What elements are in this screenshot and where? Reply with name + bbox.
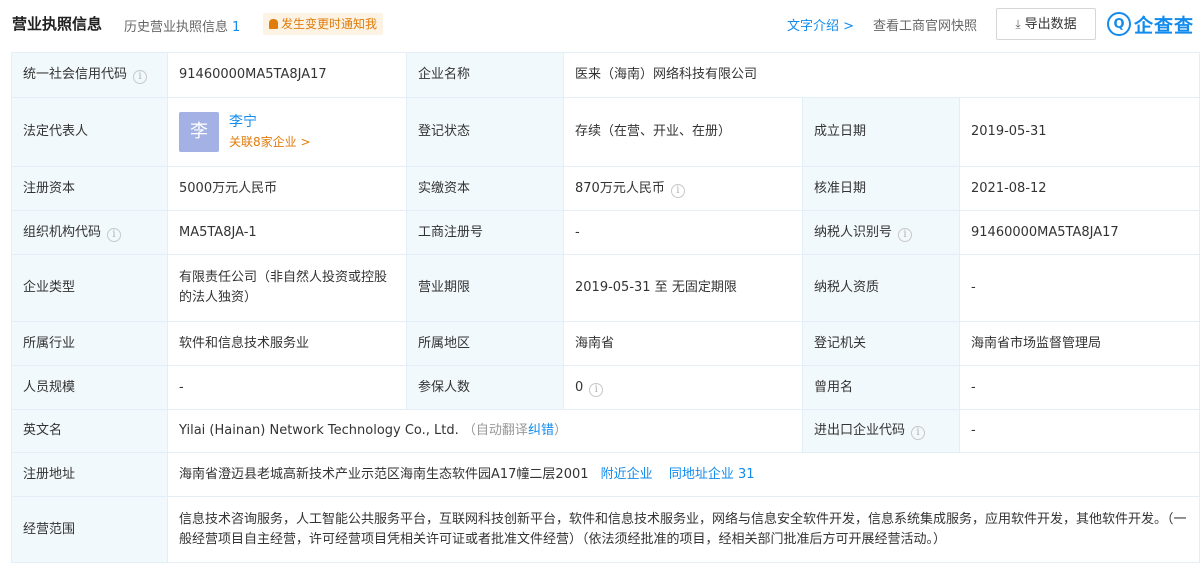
- reg-capital-label: 注册资本: [11, 166, 168, 211]
- table-row: 组织机构代码 i MA5TA8JA-1 工商注册号 - 纳税人识别号 i 91460…: [11, 210, 1201, 255]
- auto-translate-note: （自动翻译: [462, 423, 528, 438]
- business-term-label: 营业期限: [406, 254, 564, 322]
- taxpayer-id-value: 91460000MA5TA8JA17: [958, 210, 1201, 255]
- legal-rep-cell: 李 李宁 关联8家企业 >: [167, 97, 407, 167]
- org-code-value: MA5TA8JA-1: [167, 210, 407, 255]
- correct-link[interactable]: 纠错: [528, 423, 554, 438]
- history-license-link[interactable]: 历史营业执照信息 1: [124, 16, 240, 35]
- label-cell: 组织机构代码 i: [11, 210, 168, 255]
- reg-status-value: 存续（在营、开业、在册）: [563, 97, 803, 167]
- label-cell: 进出口企业代码 i: [802, 409, 960, 453]
- taxpayer-qual-value: -: [958, 254, 1201, 322]
- legal-rep-label: 法定代表人: [11, 97, 168, 167]
- credit-code-label: 统一社会信用代码: [23, 67, 128, 82]
- notify-label: 发生变更时通知我: [281, 17, 378, 31]
- info-icon[interactable]: i: [589, 382, 604, 397]
- approval-date-label: 核准日期: [802, 166, 960, 211]
- text-intro-link[interactable]: 文字介绍 >: [787, 15, 854, 34]
- info-icon[interactable]: i: [911, 426, 926, 440]
- info-icon[interactable]: i: [898, 227, 913, 242]
- same-address-companies-link[interactable]: 同地址企业 31: [669, 467, 755, 482]
- business-scope-label: 经营范围: [11, 496, 168, 563]
- info-icon[interactable]: i: [670, 183, 685, 198]
- established-date-value: 2019-05-31: [958, 97, 1201, 167]
- industry-label: 所属行业: [11, 321, 168, 366]
- staff-size-value: -: [167, 365, 407, 410]
- reg-address-cell: 海南省澄迈县老城高新技术产业示范区海南生态软件园A17幢二层2001 附近企业 …: [166, 452, 1201, 497]
- business-reg-no-label: 工商注册号: [406, 210, 564, 255]
- table-row: 人员规模 - 参保人数 0i 曾用名 -: [11, 365, 1201, 410]
- company-type-value: 有限责任公司（非自然人投资或控股的法人独资）: [167, 254, 407, 322]
- taxpayer-id-label: 纳税人识别号: [814, 224, 893, 240]
- export-data-button[interactable]: ⤓ 导出数据: [996, 8, 1096, 40]
- insured-count-value: 0: [575, 379, 584, 395]
- staff-size-label: 人员规模: [11, 365, 168, 410]
- region-value: 海南省: [563, 321, 803, 366]
- business-scope-value: 信息技术咨询服务，人工智能公共服务平台，互联网科技创新平台，软件和信息技术服务业…: [166, 496, 1201, 563]
- insured-count-label: 参保人数: [406, 365, 564, 410]
- table-row: 法定代表人 李 李宁 关联8家企业 > 登记状态 存续（在营、开业、在册） 成立…: [11, 97, 1201, 167]
- related-companies-link[interactable]: 关联8家企业 >: [229, 132, 311, 152]
- former-name-value: -: [958, 365, 1201, 410]
- reg-address-label: 注册地址: [11, 452, 168, 497]
- export-label: 导出数据: [1024, 17, 1077, 32]
- label-cell: 统一社会信用代码 i: [11, 52, 168, 98]
- table-row: 所属行业 软件和信息技术服务业 所属地区 海南省 登记机关 海南省市场监督管理局: [11, 321, 1201, 366]
- snapshot-link[interactable]: 查看工商官网快照: [873, 15, 977, 34]
- org-code-label: 组织机构代码: [23, 224, 102, 240]
- former-name-label: 曾用名: [802, 365, 960, 410]
- paid-capital-value: 870万元人民币: [575, 180, 665, 196]
- logo-text: 企查查: [1134, 14, 1195, 37]
- section-header: 营业执照信息 历史营业执照信息 1 发生变更时通知我 文字介绍 > 查看工商官网快…: [0, 0, 1201, 46]
- info-icon[interactable]: i: [107, 227, 122, 242]
- paid-capital-label: 实缴资本: [406, 166, 564, 211]
- table-row: 企业类型 有限责任公司（非自然人投资或控股的法人独资） 营业期限 2019-05…: [11, 254, 1201, 322]
- nearby-companies-link[interactable]: 附近企业: [601, 467, 653, 482]
- auto-translate-close: ）: [553, 423, 567, 438]
- company-name-label: 企业名称: [406, 52, 564, 98]
- label-cell: 纳税人识别号 i: [802, 210, 960, 255]
- company-name-value: 医来（海南）网络科技有限公司: [562, 52, 1201, 98]
- import-export-code-label: 进出口企业代码: [814, 423, 906, 438]
- bell-icon: [269, 19, 278, 29]
- reg-address-value: 海南省澄迈县老城高新技术产业示范区海南生态软件园A17幢二层2001: [179, 466, 589, 482]
- table-row: 统一社会信用代码 i 91460000MA5TA8JA17 企业名称 医来（海南）…: [11, 52, 1201, 98]
- history-label: 历史营业执照信息: [124, 20, 229, 35]
- info-icon[interactable]: i: [133, 70, 148, 84]
- taxpayer-qual-label: 纳税人资质: [802, 254, 960, 322]
- reg-status-label: 登记状态: [406, 97, 564, 167]
- reg-authority-value: 海南省市场监督管理局: [958, 321, 1201, 366]
- notify-on-change-button[interactable]: 发生变更时通知我: [263, 13, 384, 35]
- established-date-label: 成立日期: [802, 97, 960, 167]
- download-icon: ⤓: [1015, 17, 1021, 31]
- company-type-label: 企业类型: [11, 254, 168, 322]
- legal-rep-name-link[interactable]: 李宁: [229, 112, 311, 132]
- english-name-label: 英文名: [11, 409, 168, 453]
- business-term-value: 2019-05-31 至 无固定期限: [563, 254, 803, 322]
- history-count: 1: [232, 20, 241, 35]
- section-title: 营业执照信息: [12, 15, 103, 33]
- business-reg-no-value: -: [563, 210, 803, 255]
- insured-count-cell: 0i: [563, 365, 803, 410]
- qichacha-logo-icon: Q: [1107, 12, 1131, 36]
- logo: Q 企查查: [1107, 10, 1194, 38]
- reg-authority-label: 登记机关: [802, 321, 960, 366]
- table-row: 注册资本 5000万元人民币 实缴资本 870万元人民币 i 核准日期 2021-…: [11, 166, 1201, 211]
- table-row: 经营范围 信息技术咨询服务，人工智能公共服务平台，互联网科技创新平台，软件和信息…: [11, 496, 1201, 563]
- table-row: 英文名 Yilai (Hainan) Network Technology Co…: [11, 409, 1201, 453]
- avatar[interactable]: 李: [179, 112, 219, 152]
- reg-capital-value: 5000万元人民币: [167, 166, 407, 211]
- credit-code-value: 91460000MA5TA8JA17: [167, 52, 407, 98]
- paid-capital-cell: 870万元人民币 i: [563, 166, 803, 211]
- license-info-table: 统一社会信用代码 i 91460000MA5TA8JA17 企业名称 医来（海南）…: [11, 52, 1201, 563]
- english-name-value: Yilai (Hainan) Network Technology Co., L…: [179, 423, 459, 438]
- import-export-code-value: -: [958, 409, 1201, 453]
- region-label: 所属地区: [406, 321, 564, 366]
- table-row: 注册地址 海南省澄迈县老城高新技术产业示范区海南生态软件园A17幢二层2001 …: [11, 452, 1201, 497]
- industry-value: 软件和信息技术服务业: [167, 321, 407, 366]
- approval-date-value: 2021-08-12: [958, 166, 1201, 211]
- english-name-cell: Yilai (Hainan) Network Technology Co., L…: [167, 409, 803, 453]
